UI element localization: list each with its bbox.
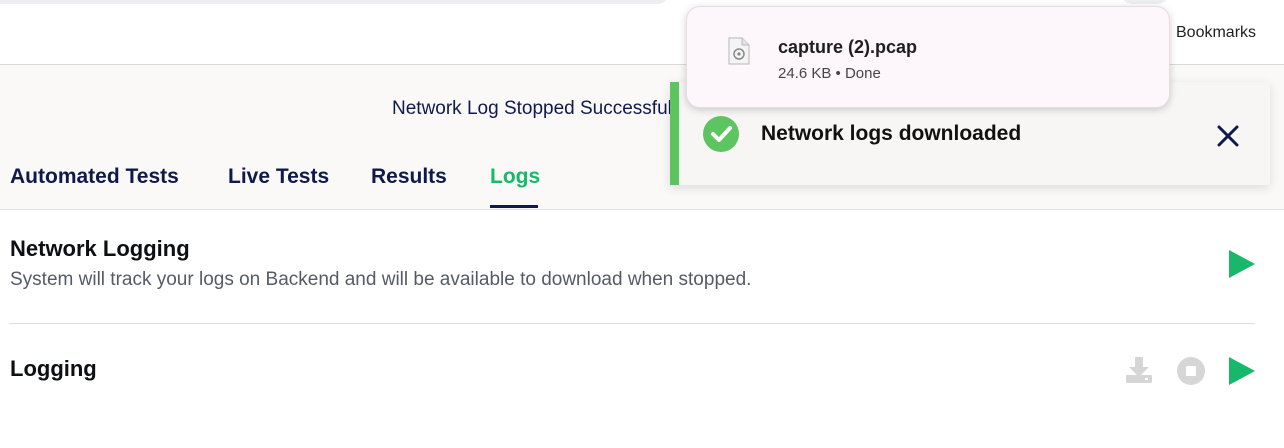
- download-icon[interactable]: [1124, 355, 1154, 390]
- row-divider: [9, 323, 1255, 324]
- download-file-meta: 24.6 KB • Done: [778, 65, 881, 82]
- document-file-icon: [727, 37, 751, 70]
- toast-accent-bar: [670, 82, 679, 185]
- header-divider: [0, 209, 1284, 210]
- page: Bookmarks Network Log Stopped Successful…: [0, 0, 1284, 448]
- tab-results[interactable]: Results: [371, 165, 447, 189]
- download-popup[interactable]: capture (2).pcap 24.6 KB • Done: [686, 6, 1170, 108]
- toast-message: Network logs downloaded: [761, 122, 1022, 145]
- network-logging-title: Network Logging: [10, 236, 190, 261]
- tab-live-tests[interactable]: Live Tests: [228, 165, 329, 189]
- close-icon[interactable]: [1216, 124, 1240, 153]
- check-circle-icon: [702, 115, 740, 158]
- stop-icon[interactable]: [1176, 356, 1206, 391]
- bookmarks-button[interactable]: Bookmarks: [1176, 24, 1256, 42]
- toolbar-pill[interactable]: [1120, 0, 1170, 4]
- play-icon[interactable]: [1228, 249, 1256, 284]
- active-tab-indicator: [490, 205, 538, 208]
- download-file-name[interactable]: capture (2).pcap: [778, 37, 917, 58]
- tab-logs[interactable]: Logs: [490, 165, 540, 189]
- logging-title: Logging: [10, 356, 97, 381]
- network-logging-description: System will track your logs on Backend a…: [10, 269, 752, 290]
- play-icon[interactable]: [1228, 356, 1256, 391]
- status-message: Network Log Stopped Successfully: [392, 98, 686, 119]
- tab-automated-tests[interactable]: Automated Tests: [10, 165, 179, 189]
- address-bar[interactable]: [0, 0, 670, 4]
